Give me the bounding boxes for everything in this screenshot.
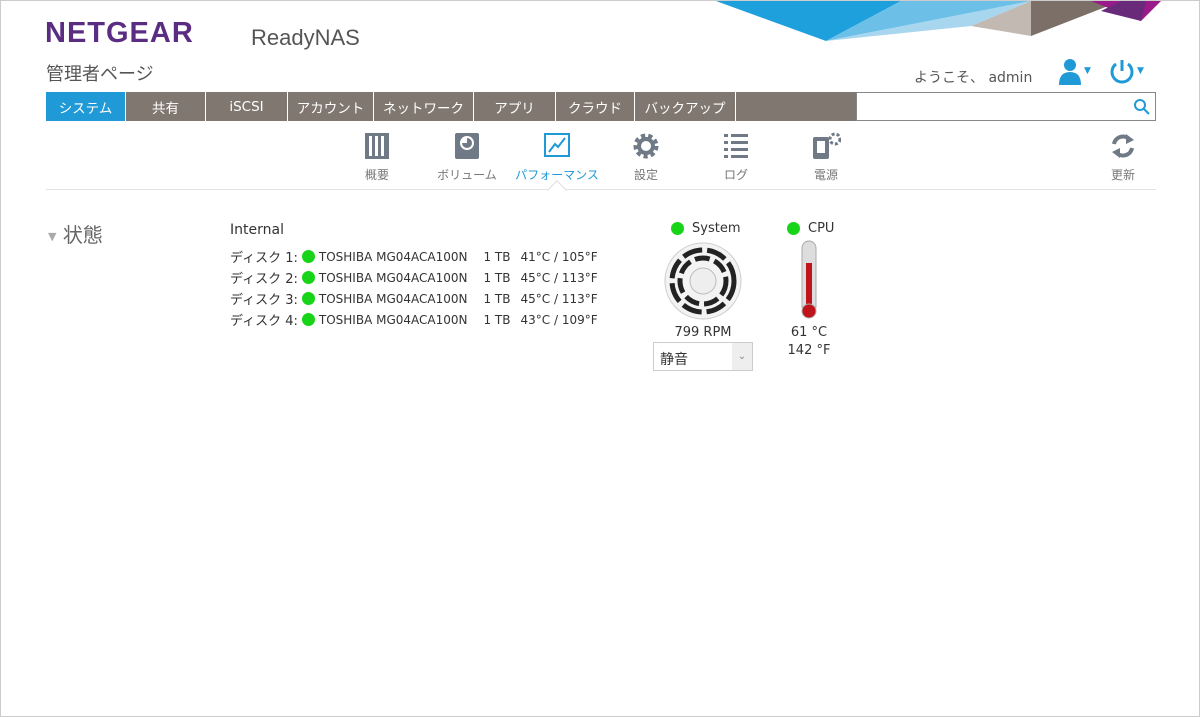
power-icon [1110, 60, 1134, 84]
user-icon [1059, 59, 1081, 85]
cpu-temp: 61 °C 142 °F [777, 324, 841, 360]
cpu-temp-c: 61 °C [790, 325, 828, 340]
overview-icon [365, 133, 389, 159]
chevron-down-icon: ▼ [1137, 66, 1144, 76]
disk-row: ディスク 3: TOSHIBA MG04ACA100N 1 TB 45°C / 113… [230, 289, 598, 309]
divider [46, 189, 1156, 190]
disk-temp: 45°C / 113°F [520, 270, 598, 285]
tab-accounts[interactable]: アカウント [288, 92, 374, 121]
disk-label: ディスク 4: [230, 314, 298, 329]
fan-rpm: 799 RPM [674, 325, 732, 340]
thermometer-icon [801, 240, 817, 319]
disk-row: ディスク 2: TOSHIBA MG04ACA100N 1 TB 45°C / 113… [230, 268, 598, 288]
tab-backup[interactable]: バックアップ [635, 92, 736, 121]
list-icon [724, 134, 748, 158]
volume-icon [455, 133, 479, 159]
refresh-label: 更新 [1110, 168, 1135, 182]
subnav-label: 概要 [364, 168, 389, 182]
tab-shares[interactable]: 共有 [126, 92, 206, 121]
main-nav: システム 共有 iSCSI アカウント ネットワーク アプリ クラウド バックア… [46, 92, 856, 121]
subnav-label: 電源 [813, 168, 838, 182]
disk-row: ディスク 4: TOSHIBA MG04ACA100N 1 TB 43°C / 109… [230, 310, 598, 330]
chevron-down-icon: ⌄ [732, 343, 752, 370]
subnav-volume[interactable]: ボリューム [417, 132, 517, 183]
fan-mode-select[interactable]: 静音 ⌄ [653, 342, 753, 371]
disk-row: ディスク 1: TOSHIBA MG04ACA100N 1 TB 41°C / 105… [230, 247, 598, 267]
triangle-down-icon: ▼ [48, 230, 57, 243]
status-dot [301, 313, 315, 326]
tab-system[interactable]: システム [46, 92, 126, 121]
performance-icon [544, 133, 570, 157]
subnav-settings[interactable]: 設定 [596, 132, 696, 183]
disk-label: ディスク 3: [230, 293, 298, 308]
cpu-label: CPU [787, 221, 834, 236]
tab-apps[interactable]: アプリ [474, 92, 556, 121]
disk-temp: 41°C / 105°F [520, 249, 598, 264]
cpu-temp-f: 142 °F [787, 343, 831, 358]
active-pointer [547, 180, 567, 200]
status-section-toggle[interactable]: ▼ 状態 [48, 219, 103, 248]
search-icon[interactable] [1133, 98, 1151, 116]
disk-temp: 43°C / 109°F [520, 312, 598, 327]
status-dot [301, 250, 315, 263]
chevron-down-icon: ▼ [1084, 66, 1091, 76]
disk-model: TOSHIBA MG04ACA100N [318, 249, 468, 264]
refresh-button[interactable]: 更新 [1073, 132, 1173, 183]
gear-icon [633, 133, 659, 159]
tab-network[interactable]: ネットワーク [374, 92, 474, 121]
tab-iscsi[interactable]: iSCSI [206, 92, 288, 121]
cpu-label-text: CPU [808, 221, 835, 236]
disk-size: 1 TB [483, 270, 511, 285]
disk-size: 1 TB [483, 291, 511, 306]
power-menu-button[interactable]: ▼ [1109, 58, 1144, 84]
refresh-icon [1112, 134, 1134, 158]
disk-group-label: Internal [230, 222, 284, 238]
user-menu-button[interactable]: ▼ [1058, 57, 1091, 85]
subnav-overview[interactable]: 概要 [327, 132, 427, 183]
disk-label: ディスク 2: [230, 272, 298, 287]
product-name: ReadyNAS [251, 25, 360, 50]
disk-model: TOSHIBA MG04ACA100N [318, 312, 468, 327]
subnav-performance[interactable]: パフォーマンス [507, 132, 607, 183]
power-settings-icon [813, 132, 841, 159]
disk-model: TOSHIBA MG04ACA100N [318, 270, 468, 285]
header-banner [716, 1, 1161, 41]
status-dot [301, 292, 315, 305]
status-dot [671, 222, 684, 235]
welcome-text: ようこそ、 admin [914, 70, 1033, 86]
system-label-text: System [692, 221, 741, 236]
subnav-logs[interactable]: ログ [686, 132, 786, 183]
subnav-label: 設定 [633, 168, 658, 182]
disk-size: 1 TB [483, 249, 511, 264]
page-subtitle: 管理者ページ [46, 64, 154, 85]
disk-temp: 45°C / 113°F [520, 291, 598, 306]
disk-label: ディスク 1: [230, 251, 298, 266]
search-input[interactable] [856, 92, 1156, 121]
system-label: System [671, 221, 740, 236]
subnav-label: ボリューム [437, 168, 497, 182]
disk-model: TOSHIBA MG04ACA100N [318, 291, 468, 306]
fan-mode-value: 静音 [660, 352, 688, 368]
status-dot [301, 271, 315, 284]
subnav-label: ログ [723, 168, 748, 182]
netgear-logo: NETGEAR [45, 17, 194, 49]
section-title: 状態 [62, 223, 103, 247]
tab-cloud[interactable]: クラウド [556, 92, 635, 121]
subnav-power[interactable]: 電源 [776, 132, 876, 183]
status-dot [787, 222, 800, 235]
fan-icon [664, 242, 742, 320]
disk-size: 1 TB [483, 312, 511, 327]
